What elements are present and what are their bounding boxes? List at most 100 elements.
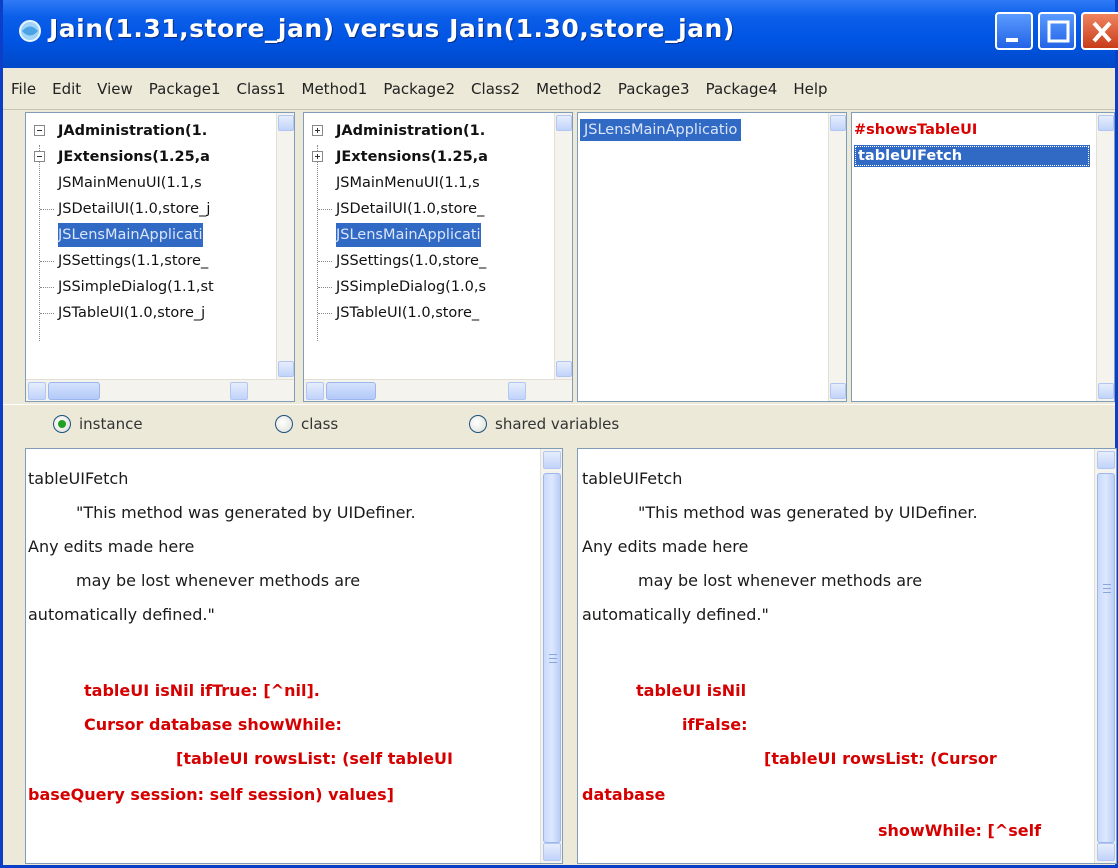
method-scope-radio-group: instance class shared variables bbox=[3, 404, 1115, 444]
collapse-icon[interactable] bbox=[34, 151, 45, 162]
code-line: automatically defined." bbox=[582, 605, 769, 624]
tree-item[interactable]: JSDetailUI(1.0,store_ bbox=[304, 197, 562, 221]
tree-item[interactable]: JAdministration(1. bbox=[26, 119, 284, 143]
tree-item[interactable]: JAdministration(1. bbox=[304, 119, 562, 143]
left-package-tree[interactable]: JAdministration(1. JExtensions(1.25,a JS… bbox=[25, 112, 295, 402]
menu-package4[interactable]: Package4 bbox=[698, 80, 786, 98]
class-list[interactable]: JSLensMainApplicatio bbox=[577, 112, 847, 402]
scroll-thumb[interactable] bbox=[543, 473, 561, 843]
horizontal-scrollbar[interactable] bbox=[26, 379, 294, 401]
minimize-button[interactable] bbox=[995, 12, 1033, 50]
minimize-icon bbox=[1006, 38, 1018, 42]
tree-item[interactable]: JExtensions(1.25,a bbox=[304, 145, 562, 169]
menu-view[interactable]: View bbox=[89, 80, 141, 98]
collapse-icon[interactable] bbox=[34, 125, 45, 136]
app-icon bbox=[19, 20, 41, 42]
tree-item[interactable]: JSTableUI(1.0,store_j bbox=[26, 301, 284, 325]
vertical-scrollbar[interactable] bbox=[276, 113, 294, 379]
left-source-pane[interactable]: tableUIFetch "This method was generated … bbox=[25, 448, 563, 864]
expand-icon[interactable] bbox=[312, 151, 323, 162]
close-icon bbox=[1092, 21, 1112, 43]
scroll-down-icon[interactable] bbox=[830, 383, 846, 399]
scroll-down-icon[interactable] bbox=[556, 361, 572, 377]
vertical-scrollbar[interactable] bbox=[828, 113, 846, 401]
code-line-changed: [tableUI rowsList: (self tableUI bbox=[176, 749, 453, 768]
scroll-up-icon[interactable] bbox=[556, 115, 572, 131]
tree-item-selected[interactable]: JSLensMainApplicati bbox=[26, 223, 284, 247]
scroll-left-icon[interactable] bbox=[306, 382, 324, 400]
tree-item-selected[interactable]: JSLensMainApplicati bbox=[304, 223, 562, 247]
tree-item[interactable]: JSDetailUI(1.0,store_j bbox=[26, 197, 284, 221]
menu-method2[interactable]: Method2 bbox=[528, 80, 610, 98]
scroll-up-icon[interactable] bbox=[830, 115, 846, 131]
code-line-changed: [tableUI rowsList: (Cursor bbox=[764, 749, 997, 768]
radio-unselected-icon[interactable] bbox=[275, 415, 293, 433]
maximize-button[interactable] bbox=[1038, 12, 1076, 50]
tree-item[interactable]: JExtensions(1.25,a bbox=[26, 145, 284, 169]
maximize-icon bbox=[1047, 20, 1070, 43]
right-package-tree[interactable]: JAdministration(1. JExtensions(1.25,a JS… bbox=[303, 112, 573, 402]
scroll-up-icon[interactable] bbox=[278, 115, 294, 131]
code-line: may be lost whenever methods are bbox=[638, 571, 923, 590]
tree-item[interactable]: JSSettings(1.1,store_ bbox=[26, 249, 284, 273]
code-line: Any edits made here bbox=[582, 537, 749, 556]
code-line: tableUIFetch bbox=[28, 469, 129, 488]
tree-item[interactable]: JSSimpleDialog(1.1,st bbox=[26, 275, 284, 299]
scroll-up-icon[interactable] bbox=[1098, 115, 1114, 131]
radio-selected-icon[interactable] bbox=[53, 415, 71, 433]
method-list[interactable]: #showsTableUI tableUIFetch bbox=[851, 112, 1115, 402]
expand-icon[interactable] bbox=[312, 125, 323, 136]
vertical-scrollbar[interactable] bbox=[554, 113, 572, 379]
method-list-item[interactable]: #showsTableUI bbox=[854, 119, 977, 141]
class-list-item[interactable]: JSLensMainApplicatio bbox=[580, 119, 742, 141]
code-line: "This method was generated by UIDefiner. bbox=[638, 503, 978, 522]
scroll-up-icon[interactable] bbox=[1097, 451, 1115, 469]
code-line: "This method was generated by UIDefiner. bbox=[76, 503, 416, 522]
menu-package3[interactable]: Package3 bbox=[610, 80, 698, 98]
scroll-right-icon[interactable] bbox=[230, 382, 248, 400]
vertical-scrollbar[interactable] bbox=[1096, 113, 1114, 401]
code-line-changed: ifFalse: bbox=[682, 715, 748, 734]
vertical-scrollbar[interactable] bbox=[540, 449, 562, 863]
code-line-changed: showWhile: [^self bbox=[878, 821, 1042, 840]
menu-class1[interactable]: Class1 bbox=[229, 80, 294, 98]
scroll-left-icon[interactable] bbox=[28, 382, 46, 400]
tree-item[interactable]: JSMainMenuUI(1.1,s bbox=[26, 171, 284, 195]
menu-package2[interactable]: Package2 bbox=[375, 80, 463, 98]
menu-package1[interactable]: Package1 bbox=[141, 80, 229, 98]
code-line: tableUIFetch bbox=[582, 469, 683, 488]
scroll-down-icon[interactable] bbox=[1098, 383, 1114, 399]
scroll-down-icon[interactable] bbox=[278, 361, 294, 377]
menu-method1[interactable]: Method1 bbox=[294, 80, 376, 98]
menu-edit[interactable]: Edit bbox=[44, 80, 89, 98]
window-title: Jain(1.31,store_jan) versus Jain(1.30,st… bbox=[49, 14, 735, 43]
menu-class2[interactable]: Class2 bbox=[463, 80, 528, 98]
vertical-scrollbar[interactable] bbox=[1094, 449, 1116, 863]
scroll-down-icon[interactable] bbox=[1097, 843, 1115, 861]
code-line-changed: tableUI isNil bbox=[636, 681, 747, 700]
horizontal-scrollbar[interactable] bbox=[304, 379, 572, 401]
code-line-changed: database bbox=[582, 785, 666, 804]
tree-item[interactable]: JSTableUI(1.0,store_ bbox=[304, 301, 562, 325]
method-list-item-selected[interactable]: tableUIFetch bbox=[854, 145, 1090, 167]
code-line: may be lost whenever methods are bbox=[76, 571, 361, 590]
tree-item[interactable]: JSSettings(1.0,store_ bbox=[304, 249, 562, 273]
title-bar[interactable]: Jain(1.31,store_jan) versus Jain(1.30,st… bbox=[3, 0, 1118, 68]
menu-file[interactable]: File bbox=[3, 80, 44, 98]
close-button[interactable] bbox=[1081, 12, 1118, 50]
menu-help[interactable]: Help bbox=[785, 80, 835, 98]
code-line: automatically defined." bbox=[28, 605, 215, 624]
scroll-up-icon[interactable] bbox=[543, 451, 561, 469]
right-source-pane[interactable]: tableUIFetch "This method was generated … bbox=[577, 448, 1117, 864]
scroll-right-icon[interactable] bbox=[508, 382, 526, 400]
tree-item[interactable]: JSSimpleDialog(1.0,s bbox=[304, 275, 562, 299]
scroll-thumb[interactable] bbox=[1097, 473, 1115, 843]
code-line-changed: baseQuery session: self session) values] bbox=[28, 785, 394, 804]
code-line-changed: Cursor database showWhile: bbox=[84, 715, 342, 734]
tree-item[interactable]: JSMainMenuUI(1.1,s bbox=[304, 171, 562, 195]
scroll-down-icon[interactable] bbox=[543, 843, 561, 861]
menu-bar: File Edit View Package1 Class1 Method1 P… bbox=[3, 68, 1115, 110]
scroll-thumb[interactable] bbox=[48, 382, 100, 400]
scroll-thumb[interactable] bbox=[326, 382, 376, 400]
radio-unselected-icon[interactable] bbox=[469, 415, 487, 433]
